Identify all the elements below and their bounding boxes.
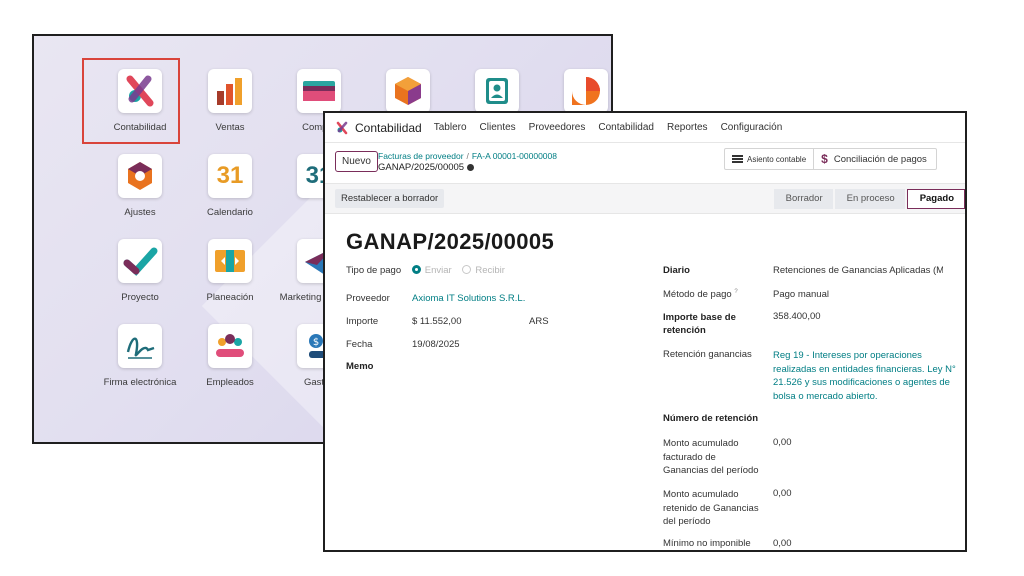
stage-en-proceso[interactable]: En proceso bbox=[834, 189, 905, 209]
menu-tablero[interactable]: Tablero bbox=[434, 122, 467, 133]
dollar-icon: $ bbox=[821, 152, 828, 166]
app-proyecto[interactable]: Proyecto bbox=[92, 239, 188, 303]
payment-method-label: Método de pago bbox=[663, 289, 732, 301]
retention-label: Retención ganancias bbox=[663, 349, 752, 360]
breadcrumb-invoice[interactable]: FA-A 00001-00000008 bbox=[472, 151, 557, 161]
vendor-label: Proveedor bbox=[346, 293, 390, 304]
acc-invoiced-field[interactable]: 0,00 bbox=[773, 437, 792, 448]
form-sheet: GANAP/2025/00005 Tipo de pago Enviar Rec… bbox=[325, 215, 965, 550]
app-ventas[interactable]: Ventas bbox=[182, 69, 278, 133]
breadcrumb-record: GANAP/2025/00005 bbox=[378, 162, 557, 173]
breadcrumb-parent[interactable]: Facturas de proveedor bbox=[378, 151, 464, 161]
new-button[interactable]: Nuevo bbox=[335, 151, 378, 172]
status-stages: Borrador En proceso Pagado bbox=[772, 189, 965, 209]
journal-entry-label: Asiento contable bbox=[747, 154, 807, 164]
radio-recibir-label: Recibir bbox=[475, 265, 505, 276]
sales-icon bbox=[208, 69, 252, 113]
sign-icon bbox=[118, 324, 162, 368]
app-label: Contabilidad bbox=[113, 122, 167, 133]
app-label: Ajustes bbox=[124, 207, 156, 218]
stage-borrador[interactable]: Borrador bbox=[773, 189, 833, 209]
base-amount-field[interactable]: 358.400,00 bbox=[773, 311, 821, 322]
app-ajustes[interactable]: Ajustes bbox=[92, 154, 188, 218]
record-title: GANAP/2025/00005 bbox=[346, 229, 555, 254]
menu-reportes[interactable]: Reportes bbox=[667, 122, 708, 133]
app-label: Proyecto bbox=[121, 292, 159, 303]
smart-buttons: Asiento contable $ Conciliación de pagos bbox=[724, 148, 937, 170]
app-firma[interactable]: Firma electrónica bbox=[92, 324, 188, 388]
purchase-icon bbox=[297, 69, 341, 113]
radio-enviar-label: Enviar bbox=[424, 265, 452, 276]
payment-type-label: Tipo de pago bbox=[346, 265, 402, 276]
menu-configuracion[interactable]: Configuración bbox=[721, 122, 783, 133]
app-label: Ventas bbox=[215, 122, 245, 133]
vendor-field[interactable]: Axioma IT Solutions S.R.L. bbox=[412, 293, 525, 304]
stage-pagado[interactable]: Pagado bbox=[906, 189, 965, 209]
base-amount-label: Importe base de retención bbox=[663, 312, 736, 336]
settings-icon bbox=[118, 154, 162, 198]
date-label: Fecha bbox=[346, 339, 373, 350]
list-icon bbox=[732, 155, 743, 163]
acc-withheld-label: Monto acumulado retenido de Ganancias de… bbox=[663, 489, 759, 527]
app-brand[interactable]: Contabilidad bbox=[355, 121, 422, 135]
calendar-glyph: 31 bbox=[216, 162, 244, 189]
radio-checked-icon bbox=[411, 265, 421, 274]
app-calendario[interactable]: 31 Calendario bbox=[182, 154, 278, 218]
accounting-icon bbox=[118, 69, 162, 113]
reset-to-draft-button[interactable]: Restablecer a borrador bbox=[335, 189, 445, 208]
accounting-logo-icon[interactable] bbox=[335, 121, 349, 135]
breadcrumb-separator: / bbox=[466, 151, 469, 161]
minimum-label: Mínimo no imponible bbox=[663, 538, 751, 549]
retention-field[interactable]: Reg 19 - Intereses por operaciones reali… bbox=[773, 349, 961, 403]
app-label: Planeación bbox=[206, 292, 254, 303]
currency-field[interactable]: ARS bbox=[529, 316, 549, 327]
payment-type-row: Tipo de pago Enviar Recibir bbox=[346, 265, 505, 276]
payment-method-row: Método de pago ? bbox=[663, 289, 738, 300]
app-contabilidad[interactable]: Contabilidad bbox=[82, 58, 188, 144]
payment-method-field[interactable]: Pago manual bbox=[773, 289, 829, 300]
reconcile-button[interactable]: $ Conciliación de pagos bbox=[813, 149, 934, 169]
radio-unchecked-icon bbox=[462, 265, 472, 274]
help-icon[interactable]: ? bbox=[734, 289, 737, 295]
breadcrumb: Facturas de proveedor / FA-A 00001-0000000… bbox=[378, 151, 557, 173]
acc-withheld-field[interactable]: 0,00 bbox=[773, 488, 792, 499]
radio-recibir[interactable]: Recibir bbox=[462, 265, 505, 276]
svg-text:$: $ bbox=[313, 337, 319, 348]
gear-icon[interactable] bbox=[467, 163, 475, 171]
calendar-icon: 31 bbox=[208, 154, 252, 198]
app-label: Calendario bbox=[207, 207, 253, 218]
memo-label: Memo bbox=[346, 361, 374, 372]
menu-contabilidad[interactable]: Contabilidad bbox=[598, 122, 654, 133]
radio-enviar[interactable]: Enviar bbox=[411, 265, 452, 276]
amount-field[interactable]: $ 11.552,00 bbox=[412, 316, 461, 327]
minimum-field[interactable]: 0,00 bbox=[773, 538, 792, 549]
project-icon bbox=[118, 239, 162, 283]
app-empleados[interactable]: Empleados bbox=[182, 324, 278, 388]
contacts-icon bbox=[475, 69, 519, 113]
planning-icon bbox=[208, 239, 252, 283]
inventory-icon bbox=[386, 69, 430, 113]
menu-clientes[interactable]: Clientes bbox=[480, 122, 516, 133]
amount-label: Importe bbox=[346, 316, 379, 327]
journal-entry-button[interactable]: Asiento contable bbox=[725, 149, 813, 169]
journal-label: Diario bbox=[663, 265, 690, 276]
payment-form-window: Contabilidad Tablero Clientes Proveedore… bbox=[323, 111, 967, 552]
discuss-icon bbox=[564, 69, 608, 113]
top-navbar: Contabilidad Tablero Clientes Proveedore… bbox=[325, 113, 965, 143]
record-name: GANAP/2025/00005 bbox=[378, 162, 465, 173]
app-planeacion[interactable]: Planeación bbox=[182, 239, 278, 303]
acc-invoiced-label: Monto acumulado facturado de Ganancias d… bbox=[663, 438, 759, 476]
employees-icon bbox=[208, 324, 252, 368]
retention-number-label: Número de retención bbox=[663, 413, 759, 424]
menu-proveedores[interactable]: Proveedores bbox=[529, 122, 586, 133]
date-field[interactable]: 19/08/2025 bbox=[412, 339, 460, 350]
app-label: Empleados bbox=[206, 377, 254, 388]
reconcile-label: Conciliación de pagos bbox=[833, 153, 927, 165]
app-label: Firma electrónica bbox=[103, 377, 177, 388]
status-bar: Restablecer a borrador Borrador En proce… bbox=[325, 183, 965, 214]
journal-field[interactable]: Retenciones de Ganancias Aplicadas (M bbox=[773, 265, 943, 276]
